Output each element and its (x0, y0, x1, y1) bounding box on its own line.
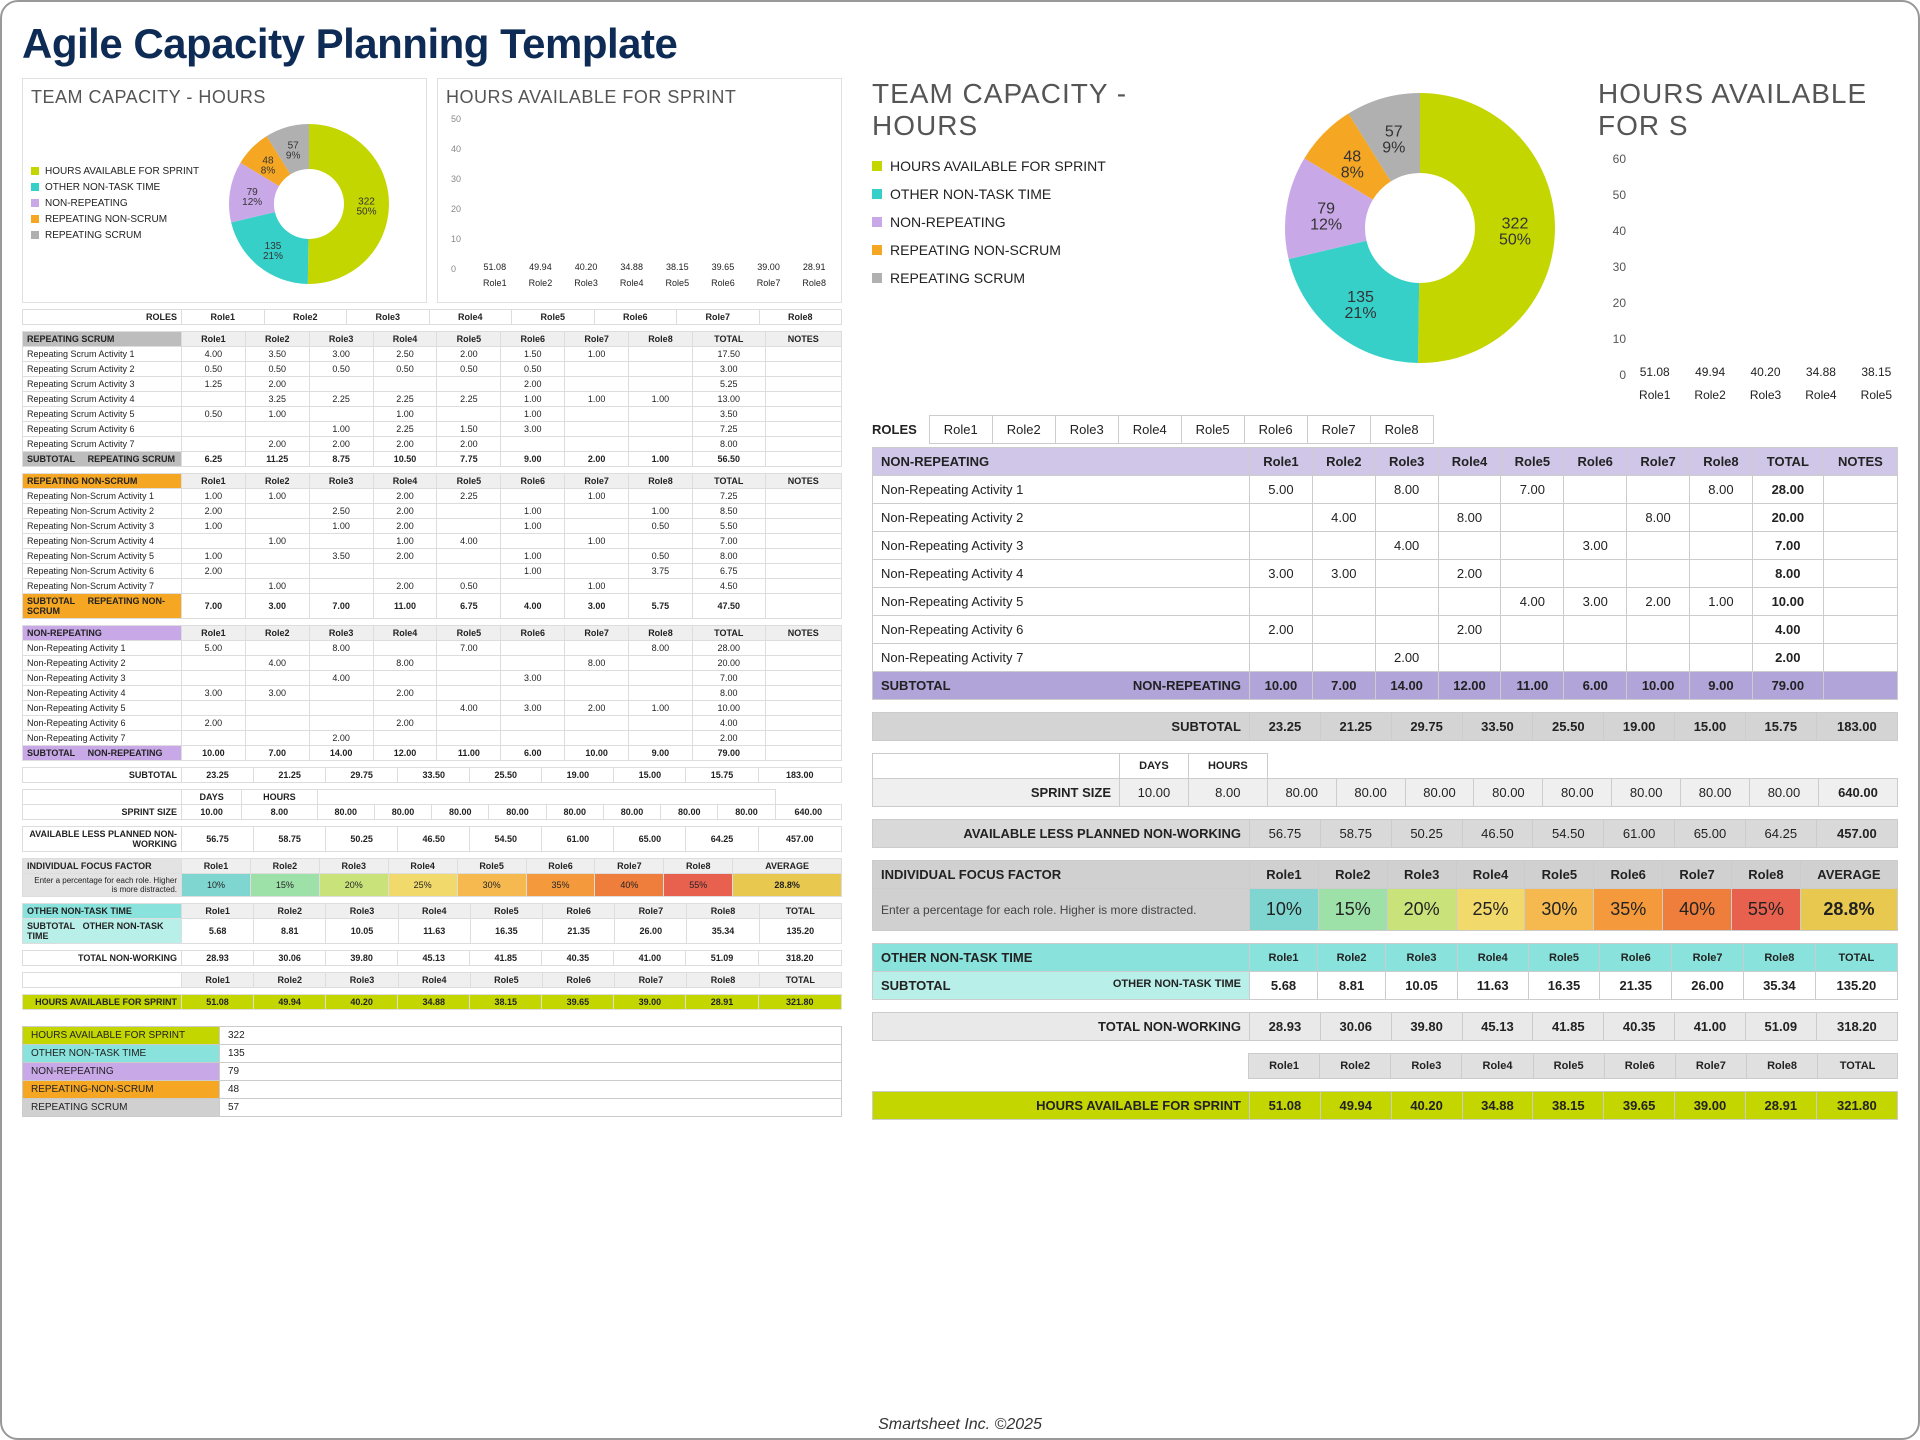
legend-item: REPEATING NON-SCRUM (872, 236, 1230, 264)
non-repeating-table: NON-REPEATINGRole1Role2Role3Role4Role5Ro… (872, 447, 1898, 700)
page-title: Agile Capacity Planning Template (22, 20, 1898, 68)
small-donut-card: TEAM CAPACITY - HOURS HOURS AVAILABLE FO… (22, 78, 427, 303)
role-cell[interactable]: Role1 (929, 415, 993, 444)
legend-item: NON-REPEATING (872, 208, 1230, 236)
svg-text:488%: 488% (261, 156, 276, 177)
role-cell[interactable]: Role5 (1181, 415, 1245, 444)
role-cell[interactable]: Role2 (992, 415, 1056, 444)
legend-item: HOURS AVAILABLE FOR SPRINT (872, 152, 1230, 180)
legend-item: OTHER NON-TASK TIME (872, 180, 1230, 208)
big-donut-chart: 32250%13521%7912%488%579% (1250, 78, 1579, 378)
legend-item: REPEATING NON-SCRUM (31, 212, 199, 228)
small-donut-title: TEAM CAPACITY - HOURS (31, 87, 418, 108)
roles-header-row: Role1Role2Role3Role4Role5Role6Role7Role8… (872, 1053, 1898, 1079)
small-legend: HOURS AVAILABLE FOR SPRINTOTHER NON-TASK… (31, 164, 199, 244)
role-cell[interactable]: Role8 (1370, 415, 1434, 444)
right-panel: TEAM CAPACITY - HOURS HOURS AVAILABLE FO… (872, 78, 1898, 1400)
subtotal-row: SUBTOTAL 23.2521.2529.7533.5025.5019.001… (872, 712, 1898, 741)
svg-text:32250%: 32250% (357, 196, 377, 217)
available-less-row: AVAILABLE LESS PLANNED NON-WORKING 56.75… (872, 819, 1898, 848)
svg-text:488%: 488% (1340, 148, 1363, 181)
svg-text:13521%: 13521% (263, 241, 283, 262)
left-panel: TEAM CAPACITY - HOURS HOURS AVAILABLE FO… (22, 78, 842, 1400)
focus-factor-table: INDIVIDUAL FOCUS FACTORRole1Role2Role3Ro… (872, 860, 1898, 931)
big-bar-title: HOURS AVAILABLE FOR S (1598, 78, 1898, 142)
other-nontask-table: OTHER NON-TASK TIMERole1Role2Role3Role4R… (872, 943, 1898, 1000)
small-bar-card: HOURS AVAILABLE FOR SPRINT 50403020100 5… (437, 78, 842, 303)
role-cell[interactable]: Role6 (1244, 415, 1308, 444)
role-cell[interactable]: Role7 (1307, 415, 1371, 444)
big-donut-title: TEAM CAPACITY - HOURS (872, 78, 1230, 142)
small-donut-chart: 32250%13521%7912%488%579% (209, 114, 409, 294)
big-legend: HOURS AVAILABLE FOR SPRINTOTHER NON-TASK… (872, 152, 1230, 292)
roles-row: ROLES Role1Role2Role3Role4Role5Role6Role… (872, 422, 1898, 437)
svg-text:13521%: 13521% (1344, 289, 1376, 322)
footer-credit: Smartsheet Inc. ©2025 (2, 1416, 1918, 1434)
legend-item: HOURS AVAILABLE FOR SPRINT (31, 164, 199, 180)
legend-item: REPEATING SCRUM (872, 264, 1230, 292)
legend-item: NON-REPEATING (31, 196, 199, 212)
legend-item: OTHER NON-TASK TIME (31, 180, 199, 196)
svg-text:579%: 579% (1382, 124, 1405, 157)
role-cell[interactable]: Role4 (1118, 415, 1182, 444)
total-nonworking-row: TOTAL NON-WORKING 28.9330.0639.8045.1341… (872, 1012, 1898, 1041)
hours-available-row: HOURS AVAILABLE FOR SPRINT 51.0849.9440.… (872, 1091, 1898, 1120)
svg-text:579%: 579% (286, 141, 301, 162)
small-bar-chart: 50403020100 51.08Role149.94Role240.20Rol… (476, 114, 833, 274)
big-bar-chart: 6050403020100 51.08Role149.94Role240.20R… (1633, 152, 1898, 382)
svg-text:32250%: 32250% (1498, 216, 1530, 249)
role-cell[interactable]: Role3 (1055, 415, 1119, 444)
summary-legend-table: HOURS AVAILABLE FOR SPRINT322OTHER NON-T… (22, 1026, 842, 1117)
sprint-size-row: DAYSHOURS SPRINT SIZE 10.008.00 80.0080.… (872, 753, 1898, 807)
small-bar-title: HOURS AVAILABLE FOR SPRINT (446, 87, 833, 108)
legend-item: REPEATING SCRUM (31, 228, 199, 244)
